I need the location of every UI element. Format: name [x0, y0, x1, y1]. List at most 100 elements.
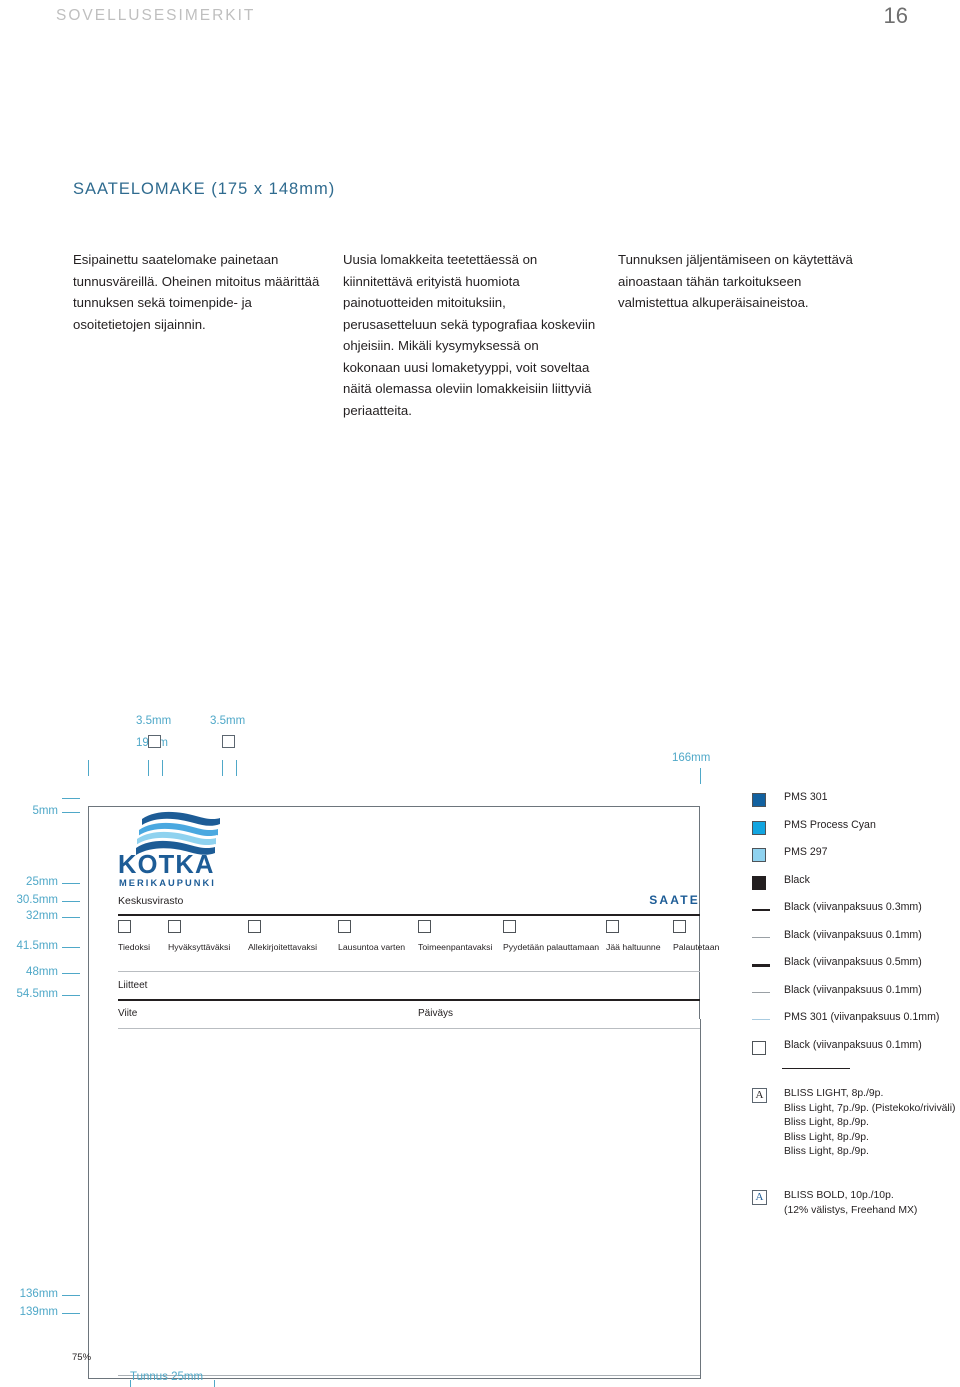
tick-41-5mm — [62, 947, 80, 948]
tick-3-5mm-a1 — [148, 760, 149, 776]
measure-label-32mm: 32mm — [26, 910, 58, 922]
legend-item: Black (viivanpaksuus 0.1mm) — [752, 1038, 960, 1066]
color-legend: PMS 301 PMS Process Cyan PMS 297 Black B… — [752, 790, 960, 1065]
swatch-line-0-1mm-a — [752, 936, 770, 938]
tick-166mm — [700, 768, 701, 784]
rule-above-checkboxes — [118, 914, 700, 916]
legend-label: Black (viivanpaksuus 0.1mm) — [784, 928, 922, 941]
legend-item: Black — [752, 873, 960, 901]
legend-item: PMS 301 (viivanpaksuus 0.1mm) — [752, 1010, 960, 1038]
typography-line: (12% välistys, Freehand MX) — [784, 1204, 918, 1216]
tick-3-5mm-a2 — [162, 760, 163, 776]
legend-item: Black (viivanpaksuus 0.1mm) — [752, 928, 960, 956]
frame-left-edge — [88, 1019, 89, 1379]
swatch-black — [752, 875, 766, 890]
font-marker-icon: A — [752, 1088, 767, 1103]
checkbox-label-toimeenpantavaksi: Toimeenpantavaksi — [418, 942, 493, 952]
tick-32mm — [62, 917, 80, 918]
section-title: SOVELLUSESIMERKIT — [56, 7, 256, 24]
legend-label: Black (viivanpaksuus 0.5mm) — [784, 956, 922, 968]
legend-label: PMS 297 — [784, 846, 828, 858]
measure-box-3-5mm-b — [222, 735, 235, 748]
typography-line: Bliss Light, 7p./9p. (Pistekoko/riviväli… — [784, 1102, 956, 1114]
swatch-pms-297 — [752, 848, 766, 862]
checkbox-palautetaan[interactable] — [673, 920, 686, 933]
intro-column-1: Esipainettu saatelomake painetaan tunnus… — [73, 252, 320, 332]
checkbox-pyydetaan-palauttamaan[interactable] — [503, 920, 516, 933]
measure-label-139mm: 139mm — [19, 1306, 58, 1318]
checkbox-label-jaa-haltuunne: Jää haltuunne — [606, 942, 661, 952]
typography-line: Bliss Light, 8p./9p. — [784, 1117, 869, 1129]
legend-item: Black (viivanpaksuus 0.5mm) — [752, 955, 960, 983]
checkbox-tiedoksi[interactable] — [118, 920, 131, 933]
checkbox-toimeenpantavaksi[interactable] — [418, 920, 431, 933]
tick-5mm — [62, 812, 80, 813]
tick-3-5mm-b1 — [222, 760, 223, 776]
legend-label: Black (viivanpaksuus 0.3mm) — [784, 901, 922, 913]
page-header: SOVELLUSESIMERKIT 16 — [0, 0, 960, 34]
checkbox-label-tiedoksi: Tiedoksi — [118, 942, 151, 952]
swatch-line-0-5mm — [752, 964, 770, 967]
legend-item: Black (viivanpaksuus 0.3mm) — [752, 900, 960, 928]
typography-light-lines: BLISS LIGHT, 8p./9p. Bliss Light, 7p./9p… — [784, 1087, 956, 1160]
tick-left-edge — [88, 760, 89, 776]
checkbox-label-pyydetaan-palauttamaan: Pyydetään palauttamaan — [503, 942, 600, 952]
tick-48mm — [62, 973, 80, 974]
tick-25mm — [62, 883, 80, 884]
swatch-pms-process-cyan — [752, 820, 766, 835]
checkbox-jaa-haltuunne[interactable] — [606, 920, 619, 933]
page-title: SAATELOMAKE (175 x 148mm) — [73, 180, 336, 198]
measure-label-25mm: 25mm — [26, 876, 58, 888]
typography-line: BLISS LIGHT, 8p./9p. — [784, 1088, 884, 1099]
intro-column-2: Uusia lomakkeita teetettäessä on kiinnit… — [343, 252, 596, 418]
tick-139mm — [62, 1313, 80, 1314]
field-label-liitteet: Liitteet — [118, 980, 148, 991]
typography-bold-lines: BLISS BOLD, 10p./10p. (12% välistys, Fre… — [784, 1189, 917, 1218]
measure-label-41-5mm: 41.5mm — [16, 940, 58, 952]
typography-line: Bliss Light, 8p./9p. — [784, 1131, 869, 1143]
swatch-line-0-3mm — [752, 909, 770, 911]
legend-label: PMS 301 — [784, 791, 828, 803]
font-marker-bold-icon: A — [752, 1190, 767, 1205]
frame-right-edge — [700, 1019, 701, 1379]
tunnus-bracket-right — [214, 1380, 215, 1387]
checkbox-lausuntoa-varten[interactable] — [338, 920, 351, 933]
rule-below-liitteet — [118, 999, 700, 1001]
checkbox-allekirjoitettavaksi[interactable] — [248, 920, 261, 933]
checkbox-label-allekirjoitettavaksi: Allekirjoitettavaksi — [248, 942, 318, 952]
tick-54-5mm — [62, 995, 80, 996]
kotka-logo: KOTKA MERIKAUPUNKI — [118, 810, 230, 888]
legend-label: PMS 301 (viivanpaksuus 0.1mm) — [784, 1011, 940, 1023]
measure-label-30-5mm: 30.5mm — [16, 894, 58, 906]
checkbox-hyvaksyttavaksi[interactable] — [168, 920, 181, 933]
checkbox-label-hyvaksyttavaksi: Hyväksyttäväksi — [168, 942, 231, 952]
wave-icon — [136, 811, 220, 855]
tick-136mm — [62, 1295, 80, 1296]
page-root: SOVELLUSESIMERKIT 16 SAATELOMAKE (175 x … — [0, 0, 960, 1387]
rule-below-viite — [118, 1028, 700, 1029]
legend-label: Black (viivanpaksuus 0.1mm) — [784, 1038, 922, 1051]
legend-label: Black (viivanpaksuus 0.1mm) — [784, 983, 922, 996]
measure-label-5mm: 5mm — [32, 805, 58, 817]
checkbox-row: Tiedoksi Hyväksyttäväksi Allekirjoitetta… — [118, 920, 719, 964]
typography-line: Bliss Light, 8p./9p. — [784, 1146, 869, 1158]
rule-above-footer — [118, 1375, 700, 1376]
legend-item: PMS 301 — [752, 790, 960, 818]
checkbox-label-palautetaan: Palautetaan — [673, 942, 720, 952]
tunnus-label: Tunnus 25mm — [130, 1371, 204, 1383]
typography-divider — [782, 1068, 850, 1069]
swatch-outline-box-0-1mm — [752, 1040, 766, 1055]
tick-3-5mm-b2 — [236, 760, 237, 776]
checkbox-label-lausuntoa-varten: Lausuntoa varten — [338, 942, 406, 952]
scale-label: 75% — [72, 1352, 92, 1363]
swatch-line-pms-301-0-1mm — [752, 1019, 770, 1020]
field-label-viite: Viite — [118, 1008, 138, 1019]
typography-line: BLISS BOLD, 10p./10p. — [784, 1190, 894, 1201]
legend-label: Black — [784, 873, 810, 886]
department-label: Keskusvirasto — [118, 895, 184, 907]
measure-label-3-5mm-b: 3.5mm — [210, 715, 246, 727]
legend-item: PMS 297 — [752, 845, 960, 873]
measure-label-136mm: 136mm — [19, 1288, 58, 1300]
page-number: 16 — [883, 3, 908, 28]
measure-label-3-5mm-a: 3.5mm — [136, 715, 172, 727]
